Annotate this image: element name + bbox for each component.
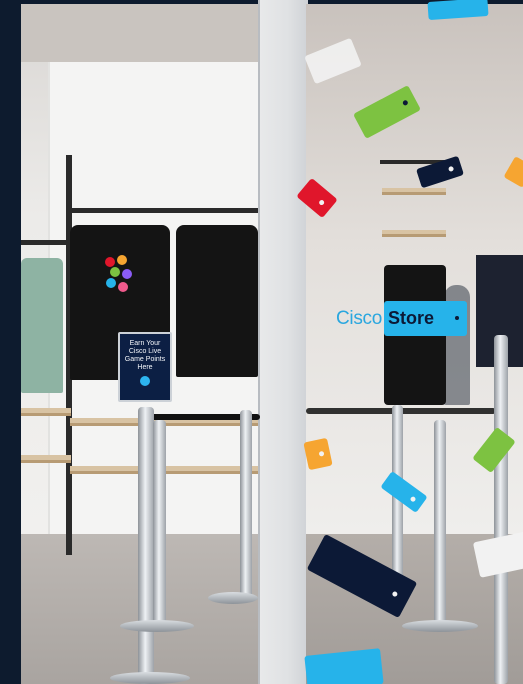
sign-circle-icon: [140, 376, 150, 386]
stanchion-front-left: [138, 407, 154, 684]
interior-shelf-1: [382, 188, 446, 195]
logo-brand: Cisco: [336, 307, 383, 329]
rack-crossbar: [66, 208, 261, 213]
black-shirt-right: [176, 225, 258, 377]
stanchion-right: [494, 335, 508, 684]
logo-store-tag: Store: [384, 301, 468, 336]
upper-wall-band: [21, 4, 261, 62]
stanchion-base-1: [120, 620, 194, 632]
cisco-store-logo: Cisco Store: [336, 301, 468, 336]
interior-shelf-2: [382, 230, 446, 237]
green-shirt: [21, 258, 63, 393]
stanchion-interior-2: [434, 420, 446, 625]
stanchion-back-left: [153, 420, 166, 630]
left-frame: [0, 0, 21, 684]
sign-line-4: Here: [137, 364, 153, 371]
stanchion-left-rear: [240, 410, 252, 600]
sign-line-3: Game Points: [124, 356, 166, 363]
tag-hole-icon: [455, 316, 460, 320]
sign-line-2: Cisco Live: [128, 348, 162, 355]
stanchion-base-2: [208, 592, 258, 604]
sign-line-1: Earn Your: [129, 340, 161, 347]
shirt-graphic: [105, 255, 132, 292]
stanchion-base-4: [110, 672, 190, 684]
game-points-sign: Earn Your Cisco Live Game Points Here: [118, 332, 172, 402]
shelf-top: [21, 408, 71, 416]
logo-label: Store: [388, 308, 435, 328]
rack-crossbar-left: [21, 240, 71, 245]
photo-scene: Earn Your Cisco Live Game Points Here Ci…: [0, 0, 523, 684]
stanchion-base-3: [402, 620, 478, 632]
shelf-left-low: [21, 455, 71, 463]
glass-divider: [258, 0, 308, 684]
